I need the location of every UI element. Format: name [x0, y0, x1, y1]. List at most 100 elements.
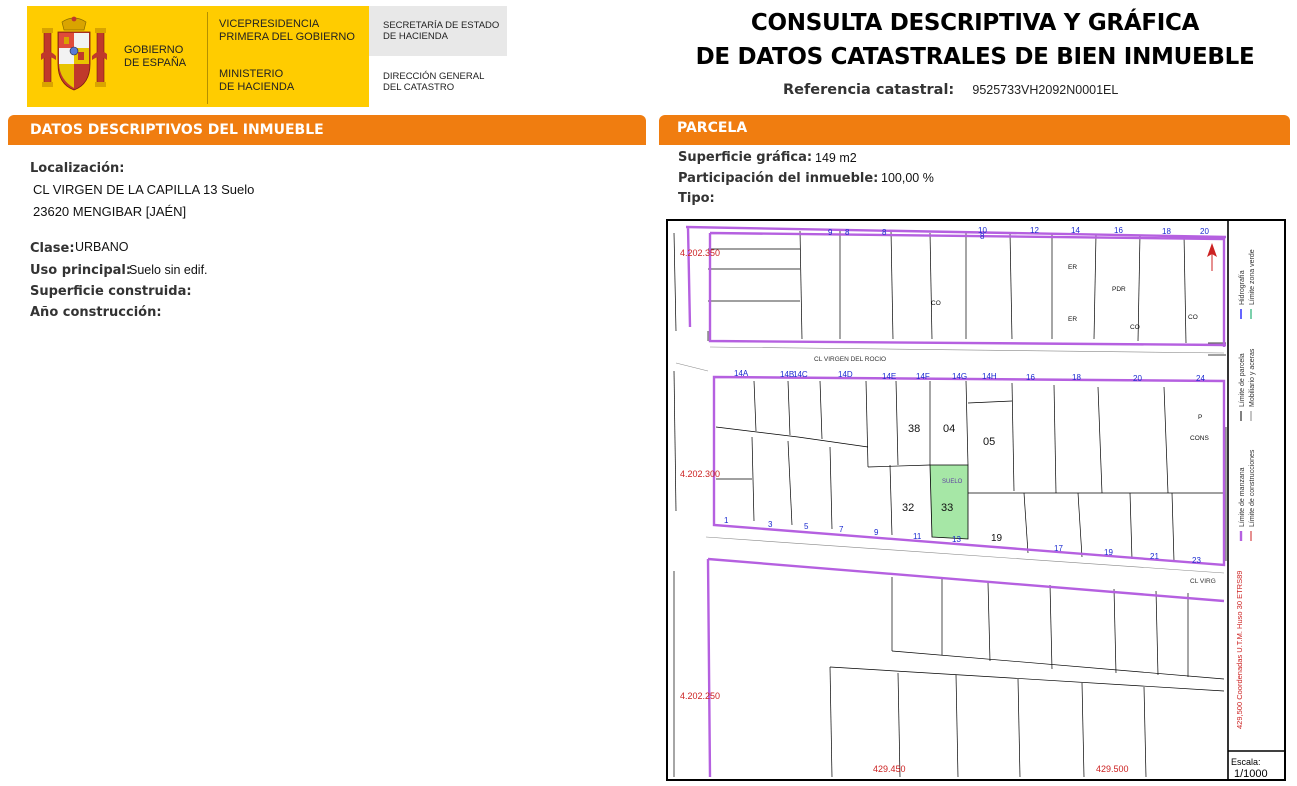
middle-block-boundary [712, 375, 1226, 567]
street-number: 18 [1162, 227, 1171, 236]
class-value: URBANO [75, 240, 129, 254]
street-number: 8 [882, 228, 887, 237]
parcel-label-38: 38 [908, 423, 920, 435]
scale-value: 1/1000 [1234, 768, 1268, 779]
coord-y-bottom: 4.202.250 [680, 691, 720, 701]
street-number: 14 [1071, 226, 1080, 235]
parcel-section-title: PARCELA [677, 120, 748, 136]
street-number: 14C [793, 370, 808, 379]
ministerio-label: MINISTERIO DE HACIENDA [219, 68, 295, 93]
street-number: 8 [980, 232, 985, 241]
map-edge-line [673, 370, 677, 512]
street-number: 14A [734, 369, 749, 378]
construction-year-label: Año construcción: [30, 305, 162, 320]
building-code: ER [1068, 264, 1077, 271]
class-label: Clase: [30, 241, 75, 256]
street-number: 19 [1104, 548, 1113, 557]
bottom-block-parcels [829, 577, 1225, 778]
street-number: 20 [1200, 227, 1209, 236]
legend-hidrografia: Hidrografía [1239, 270, 1246, 305]
street-number: 5 [804, 522, 809, 531]
street-number: 14D [838, 370, 853, 379]
top-block-boundary [685, 225, 1227, 347]
title-line-1: CONSULTA DESCRIPTIVA Y GRÁFICA [750, 10, 1200, 36]
street-number: 14H [982, 372, 997, 381]
parcel-section-rule [659, 142, 1290, 145]
participation-value: 100,00 % [881, 171, 934, 185]
building-code: ER [1068, 316, 1077, 323]
street-label-top: CL VIRGEN DEL ROCIO [814, 356, 886, 363]
type-label: Tipo: [678, 191, 715, 206]
middle-block-parcels [715, 380, 1224, 562]
building-code: CO [1130, 324, 1140, 331]
building-code: CO [1188, 314, 1198, 321]
gobierno-label: GOBIERNO DE ESPAÑA [124, 44, 187, 69]
legend-zona-verde: Límite zona verde [1249, 249, 1256, 305]
building-code: CONS [1190, 435, 1209, 442]
direccion-label: DIRECCIÓN GENERAL DEL CATASTRO [383, 71, 485, 93]
built-area-label: Superficie construida: [30, 284, 192, 299]
cadastral-reference-value: 9525733VH2092N0001EL [972, 83, 1119, 97]
location-line-1: CL VIRGEN DE LA CAPILLA 13 Suelo [33, 182, 255, 197]
street-label-bottom: CL VIRG [1190, 578, 1216, 585]
street-number: 19 [991, 533, 1003, 544]
map-edge-line [673, 232, 677, 332]
street-number: 16 [1114, 226, 1123, 235]
secretaria-label: SECRETARÍA DE ESTADO DE HACIENDA [383, 20, 500, 42]
coat-of-arms-icon [41, 16, 107, 91]
participation-label: Participación del inmueble: [678, 171, 879, 186]
street-number: 14E [882, 372, 896, 381]
parcel-label-05: 05 [983, 436, 995, 448]
street-number: 17 [1054, 544, 1063, 553]
coord-y-mid: 4.202.300 [680, 469, 720, 479]
coord-x-left: 429.450 [873, 764, 906, 774]
legend-manzana: Límite de manzana [1239, 467, 1246, 527]
use-label: Uso principal: [30, 263, 132, 278]
street-number: 16 [1026, 373, 1035, 382]
street-number: 20 [1133, 374, 1142, 383]
street-number: 14G [952, 372, 967, 381]
descriptive-section-header: DATOS DESCRIPTIVOS DEL INMUEBLE [8, 115, 646, 142]
parcel-label-32: 32 [902, 502, 914, 514]
street-number: 23 [1192, 556, 1201, 565]
street-number: 21 [1150, 552, 1159, 561]
street-number: 1 [724, 516, 729, 525]
legend: Límite de manzana Límite de parcela Hidr… [1235, 249, 1256, 729]
bottom-block-boundary [706, 557, 1225, 778]
vicepresidencia-label: VICEPRESIDENCIA PRIMERA DEL GOBIERNO [219, 18, 355, 43]
street-number: 8 [845, 228, 850, 237]
location-line-2: 23620 MENGIBAR [JAÉN] [33, 204, 187, 219]
building-code: P [1198, 414, 1202, 421]
cadastral-map-drawing: Límite de manzana Límite de parcela Hidr… [673, 221, 1284, 779]
cadastral-map[interactable]: Límite de manzana Límite de parcela Hidr… [666, 219, 1286, 781]
coord-y-top: 4.202.350 [680, 248, 720, 258]
parcel-section-header: PARCELA [659, 115, 1290, 142]
descriptive-section-rule [8, 142, 646, 145]
selected-parcel-use: SUELO [942, 479, 963, 485]
street-number: 7 [839, 525, 844, 534]
legend-parcela: Límite de parcela [1239, 353, 1246, 407]
title-line-2: DE DATOS CATASTRALES DE BIEN INMUEBLE [695, 44, 1255, 70]
street-number: 9 [828, 228, 833, 237]
street-number: 24 [1196, 374, 1205, 383]
parcel-label-04: 04 [943, 423, 955, 435]
street-number: 11 [913, 532, 922, 541]
building-codes: CO ER ER PDR CO CO P CONS [931, 264, 1209, 442]
graphic-area-label: Superficie gráfica: [678, 150, 813, 165]
document-title: CONSULTA DESCRIPTIVA Y GRÁFICA DE DATOS … [660, 6, 1290, 74]
street-number: 12 [1030, 226, 1039, 235]
street-number: 3 [768, 520, 773, 529]
cadastral-reference: Referencia catastral: 9525733VH2092N0001… [783, 81, 1118, 98]
descriptive-section-title: DATOS DESCRIPTIVOS DEL INMUEBLE [30, 122, 324, 138]
top-block-parcels [707, 230, 1226, 356]
use-value: Suelo sin edif. [129, 263, 208, 277]
building-code: PDR [1112, 286, 1126, 293]
legend-mobiliario: Mobiliario y aceras [1249, 348, 1256, 407]
coord-x-right: 429.500 [1096, 764, 1129, 774]
parcel-label-33: 33 [941, 502, 953, 514]
graphic-area-value: 149 m2 [815, 151, 857, 165]
street-number: 13 [952, 535, 961, 544]
legend-coords-note: 429,500 Coordenadas U.T.M. Huso 30 ETRS8… [1235, 571, 1244, 729]
legend-construcciones: Límite de construcciones [1249, 449, 1256, 527]
location-label: Localización: [30, 161, 125, 176]
